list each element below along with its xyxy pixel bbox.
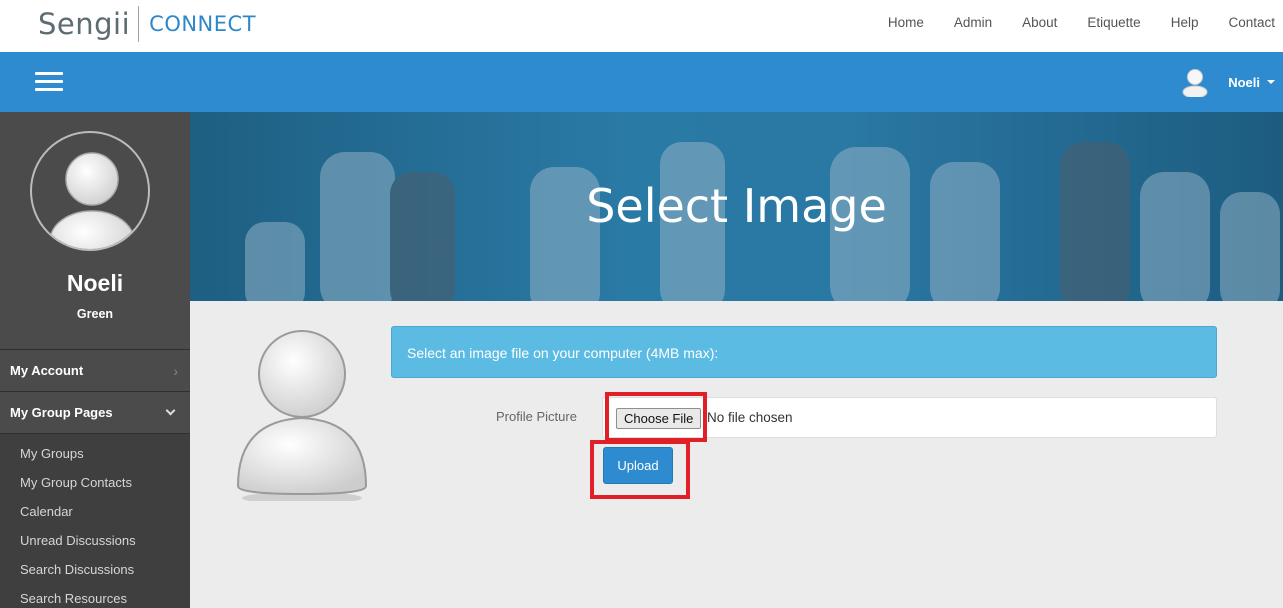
page-title: Select Image	[586, 179, 887, 233]
profile-avatar[interactable]	[30, 131, 150, 251]
sidebar-link-list: My Groups My Group Contacts Calendar Unr…	[0, 434, 190, 608]
chevron-right-icon: ›	[173, 362, 178, 379]
main-content: Select an image file on your computer (4…	[190, 301, 1283, 608]
caret-down-icon	[1267, 80, 1275, 84]
section-label: My Account	[10, 363, 84, 378]
sidebar-section-my-group-pages[interactable]: My Group Pages	[0, 392, 190, 434]
sidebar: Noeli Green My Account › My Group Pages …	[0, 112, 190, 608]
user-menu-toggle[interactable]: Noeli	[1182, 65, 1275, 99]
sidebar-item-search-resources[interactable]: Search Resources	[0, 584, 190, 608]
sidebar-item-unread-discussions[interactable]: Unread Discussions	[0, 526, 190, 555]
instruction-alert: Select an image file on your computer (4…	[391, 326, 1217, 378]
profile-preview-icon	[236, 330, 368, 501]
choose-file-button[interactable]: Choose File	[616, 408, 702, 429]
app-toolbar: Noeli	[0, 52, 1283, 112]
page-banner: Select Image	[190, 112, 1283, 301]
sidebar-section-my-account[interactable]: My Account ›	[0, 350, 190, 392]
chevron-down-icon	[165, 405, 176, 416]
profile-block: Noeli Green	[0, 112, 190, 350]
top-nav: Home Admin About Etiquette Help Contact	[888, 0, 1283, 44]
section-label: My Group Pages	[10, 405, 113, 420]
user-avatar-icon	[1182, 69, 1208, 97]
profile-picture-label: Profile Picture	[496, 409, 577, 424]
sidebar-item-calendar[interactable]: Calendar	[0, 497, 190, 526]
nav-home-link[interactable]: Home	[888, 15, 924, 30]
hamburger-icon[interactable]	[35, 72, 63, 92]
file-status-text: No file chosen	[707, 410, 793, 425]
profile-subname: Green	[76, 307, 114, 321]
logo-sub-text: CONNECT	[149, 12, 257, 36]
logo-divider	[138, 6, 140, 42]
nav-admin-link[interactable]: Admin	[954, 15, 992, 30]
user-name: Noeli	[1228, 74, 1260, 90]
sidebar-item-search-discussions[interactable]: Search Discussions	[0, 555, 190, 584]
top-header: Sengii CONNECT Home Admin About Etiquett…	[0, 0, 1283, 52]
sidebar-item-my-groups[interactable]: My Groups	[0, 439, 190, 468]
logo-main-text: Sengii	[38, 7, 131, 41]
site-logo[interactable]: Sengii CONNECT	[38, 4, 256, 44]
nav-contact-link[interactable]: Contact	[1228, 15, 1275, 30]
nav-about-link[interactable]: About	[1022, 15, 1057, 30]
sidebar-item-my-group-contacts[interactable]: My Group Contacts	[0, 468, 190, 497]
file-input-field[interactable]: Choose File No file chosen	[602, 397, 1217, 438]
avatar-placeholder-icon	[49, 152, 135, 249]
profile-name: Noeli	[66, 270, 124, 296]
nav-help-link[interactable]: Help	[1171, 15, 1199, 30]
nav-etiquette-link[interactable]: Etiquette	[1087, 15, 1140, 30]
upload-button[interactable]: Upload	[603, 447, 673, 484]
